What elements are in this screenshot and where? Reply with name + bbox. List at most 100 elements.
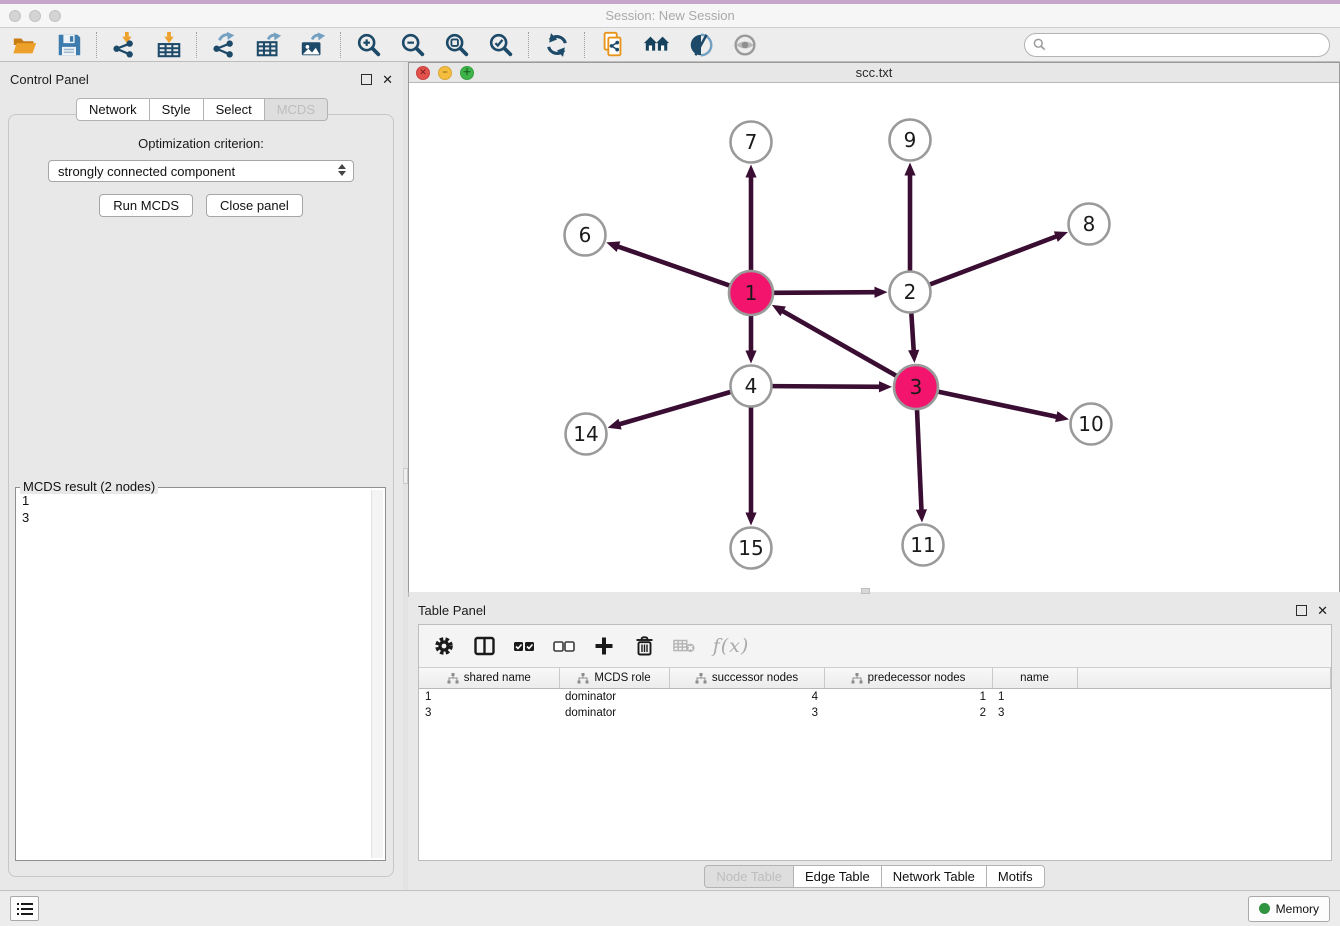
graph-edge-arrow: [916, 509, 927, 522]
tab-network[interactable]: Network: [76, 98, 150, 121]
graph-node-8[interactable]: 8: [1069, 204, 1110, 245]
float-table-panel-icon[interactable]: [1296, 605, 1307, 616]
table-panel: Table Panel ✕: [408, 597, 1340, 890]
graph-edge-4-14[interactable]: [618, 392, 730, 425]
graph-node-9[interactable]: 9: [890, 120, 931, 161]
tab-style[interactable]: Style: [149, 98, 204, 121]
graph-node-10[interactable]: 10: [1071, 404, 1112, 445]
apply-layout-icon[interactable]: [542, 30, 572, 60]
tab-mcds[interactable]: MCDS: [264, 98, 328, 121]
graph-edge-arrow: [745, 513, 756, 526]
memory-status-icon: [1259, 903, 1270, 914]
graph-edge-arrow: [745, 165, 756, 178]
tab-select[interactable]: Select: [203, 98, 265, 121]
open-session-icon[interactable]: [10, 30, 40, 60]
gear-icon[interactable]: [433, 635, 455, 657]
zoom-in-icon[interactable]: [354, 30, 384, 60]
columns-icon[interactable]: [473, 635, 495, 657]
graph-node-3[interactable]: 3: [894, 365, 938, 409]
graph-edge-1-6[interactable]: [617, 246, 730, 285]
export-image-icon[interactable]: [298, 30, 328, 60]
toolbar-separator: [584, 32, 586, 58]
close-panel-icon[interactable]: ✕: [382, 75, 393, 84]
control-panel-title: Control Panel: [10, 72, 89, 87]
column-header-name[interactable]: name: [992, 668, 1077, 689]
zoom-fit-icon[interactable]: [442, 30, 472, 60]
graph-svg[interactable]: 7 9 6 8 1 2 4 3 14 10 15 11: [409, 83, 1339, 592]
deselect-all-icon[interactable]: [553, 635, 575, 657]
export-table-icon[interactable]: [254, 30, 284, 60]
graph-node-7[interactable]: 7: [731, 122, 772, 163]
graph-edge-3-10[interactable]: [939, 392, 1059, 417]
graph-edge-4-3[interactable]: [772, 386, 881, 387]
tab-edge-table[interactable]: Edge Table: [793, 865, 882, 888]
column-header-mcds-role[interactable]: MCDS role: [559, 668, 669, 689]
column-header-predecessor-nodes[interactable]: predecessor nodes: [824, 668, 992, 689]
column-header-successor-nodes[interactable]: successor nodes: [669, 668, 824, 689]
graph-node-2[interactable]: 2: [890, 272, 931, 313]
mcds-result-box: MCDS result (2 nodes) 1 3: [15, 487, 386, 861]
criterion-dropdown[interactable]: strongly connected component: [48, 160, 354, 182]
graph-node-11[interactable]: 11: [903, 525, 944, 566]
table-row[interactable]: 3dominator323: [419, 705, 1331, 721]
svg-text:10: 10: [1078, 412, 1103, 436]
close-table-panel-icon[interactable]: ✕: [1317, 606, 1328, 615]
graph-edge-2-3[interactable]: [911, 313, 913, 352]
control-panel: Control Panel ✕ Network Style Select MCD…: [0, 62, 403, 890]
network-title: scc.txt: [409, 65, 1339, 80]
node-table-container: f(x) shared name MCDS role successor nod…: [418, 624, 1332, 861]
first-neighbors-icon[interactable]: [598, 30, 628, 60]
search-box[interactable]: [1024, 33, 1330, 57]
show-graphics-icon[interactable]: [730, 30, 760, 60]
function-builder-icon: f(x): [713, 635, 749, 657]
tab-network-table[interactable]: Network Table: [881, 865, 987, 888]
delete-icon[interactable]: [633, 635, 655, 657]
svg-text:15: 15: [738, 536, 763, 560]
run-mcds-button[interactable]: Run MCDS: [99, 194, 193, 217]
save-session-icon[interactable]: [54, 30, 84, 60]
column-header-shared-name[interactable]: shared name: [419, 668, 559, 689]
zoom-out-icon[interactable]: [398, 30, 428, 60]
mcds-result-text: 1 3: [22, 492, 371, 858]
tab-motifs[interactable]: Motifs: [986, 865, 1045, 888]
graph-edge-arrow: [1054, 231, 1068, 241]
graph-edge-arrow: [606, 241, 620, 252]
memory-label: Memory: [1276, 902, 1319, 916]
export-network-icon[interactable]: [210, 30, 240, 60]
network-window-titlebar[interactable]: ✕ − ＋ scc.txt: [409, 63, 1339, 83]
home-icon[interactable]: [642, 30, 672, 60]
table-row[interactable]: 1dominator411: [419, 689, 1331, 706]
table-panel-title: Table Panel: [418, 603, 486, 618]
criterion-value: strongly connected component: [58, 164, 235, 179]
memory-button[interactable]: Memory: [1248, 896, 1330, 922]
import-table-icon[interactable]: [154, 30, 184, 60]
graph-edge-1-2[interactable]: [774, 292, 877, 293]
search-input[interactable]: [1051, 37, 1321, 53]
tab-node-table[interactable]: Node Table: [704, 865, 794, 888]
result-scrollbar[interactable]: [371, 490, 383, 858]
horizontal-splitter-grip[interactable]: [861, 588, 870, 594]
graph-node-1[interactable]: 1: [729, 271, 773, 315]
application-window: Session: New Session: [0, 0, 1340, 926]
float-panel-icon[interactable]: [361, 74, 372, 85]
graph-node-15[interactable]: 15: [731, 528, 772, 569]
select-all-icon[interactable]: [513, 635, 535, 657]
tree-icon: [447, 673, 459, 684]
graph-node-6[interactable]: 6: [565, 215, 606, 256]
task-history-button[interactable]: [10, 896, 39, 921]
graph-edge-2-8[interactable]: [930, 236, 1058, 284]
optimization-criterion-label: Optimization criterion:: [9, 136, 393, 151]
add-icon[interactable]: [593, 635, 615, 657]
svg-text:14: 14: [573, 422, 598, 446]
graph-node-4[interactable]: 4: [731, 366, 772, 407]
graph-node-14[interactable]: 14: [566, 414, 607, 455]
zoom-selected-icon[interactable]: [486, 30, 516, 60]
tree-icon: [695, 673, 707, 684]
graph-edge-3-1[interactable]: [781, 310, 896, 375]
graph-edge-arrow: [908, 350, 919, 363]
network-canvas[interactable]: 7 9 6 8 1 2 4 3 14 10 15 11: [409, 83, 1339, 592]
import-network-icon[interactable]: [110, 30, 140, 60]
graph-edge-3-11[interactable]: [917, 410, 921, 512]
hide-details-icon[interactable]: [686, 30, 716, 60]
close-panel-button[interactable]: Close panel: [206, 194, 303, 217]
